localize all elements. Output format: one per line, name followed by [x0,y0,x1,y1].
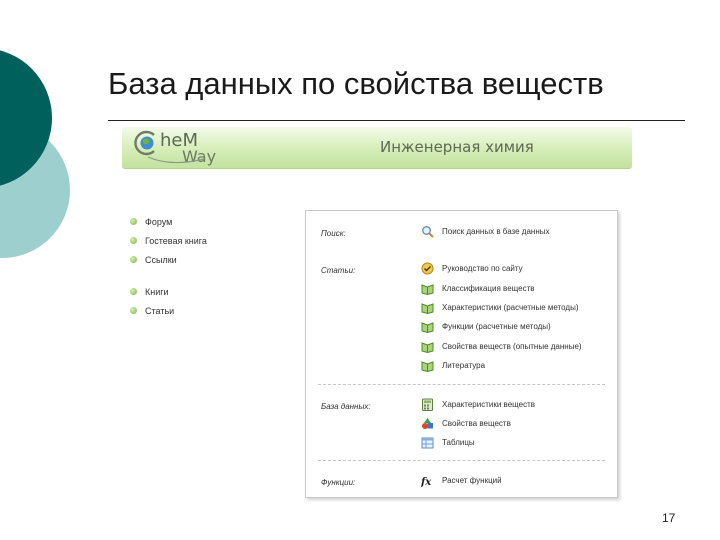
nav-item-label: Книги [145,286,169,297]
nav-item-label: Статьи [145,305,175,316]
book-icon [421,322,434,333]
shapes-icon [422,418,433,429]
section-label-search: Поиск: [321,229,346,238]
book-icon [421,342,434,353]
section-divider [318,460,605,461]
search-icon [422,226,434,238]
calculator-icon [422,398,433,411]
decorative-circles [0,50,70,258]
section-label-articles: Статьи: [321,266,356,275]
nav-item-books[interactable]: Книги [130,282,280,301]
site-header-banner: heM Way Инженерная химия [122,127,632,169]
link-label: Функции (расчетные методы) [442,322,551,331]
link-label: Характеристики (расчетные методы) [442,303,579,312]
chemway-logo[interactable]: heM Way [132,127,232,167]
slide-title: База данных по свойства веществ [108,66,604,101]
bullet-icon [130,288,137,295]
link-properties-experimental[interactable]: Свойства веществ (опытные данные) [421,340,582,353]
link-substance-characteristics[interactable]: Характеристики веществ [421,398,535,411]
link-label: Свойства веществ (опытные данные) [442,342,582,351]
section-label-functions: Функции: [321,478,356,487]
link-literature[interactable]: Литература [421,359,485,372]
globe-logo-icon [134,130,155,156]
link-tables[interactable]: Таблицы [421,436,475,449]
table-icon [421,437,434,449]
svg-text:fx: fx [421,477,432,487]
book-icon [421,303,434,314]
link-site-guide[interactable]: Руководство по сайту [421,262,523,275]
link-characteristics-methods[interactable]: Характеристики (расчетные методы) [421,301,578,314]
link-label: Поиск данных в базе данных [442,227,550,236]
guide-icon [421,262,434,275]
nav-item-label: Гостевая книга [145,235,207,246]
nav-item-forum[interactable]: Форум [130,212,280,231]
function-icon: fx [421,477,432,487]
link-label: Свойства веществ [442,419,511,428]
link-label: Классификация веществ [442,284,535,293]
nav-item-label: Форум [145,216,173,227]
section-divider [318,384,605,385]
book-icon [421,284,434,295]
link-label: Характеристики веществ [442,400,536,409]
link-label: Расчет функций [442,476,502,485]
link-label: Литература [442,361,486,370]
nav-item-label: Ссылки [145,254,177,265]
book-icon [421,361,434,372]
bullet-icon [130,237,137,244]
nav-item-guestbook[interactable]: Гостевая книга [130,231,280,250]
content-panel: Поиск: Поиск данных в базе данных Статьи… [305,210,618,498]
logo-swoosh [147,156,205,164]
nav-item-links[interactable]: Ссылки [130,250,280,269]
bullet-icon [130,256,137,263]
link-search-database[interactable]: Поиск данных в базе данных [421,225,550,238]
title-underline [108,120,685,121]
link-functions-methods[interactable]: Функции (расчетные методы) [421,320,551,333]
nav-item-articles[interactable]: Статьи [130,301,280,320]
site-title: Инженерная химия [380,138,534,156]
link-function-calculation[interactable]: fx Расчет функций [421,474,502,487]
bullet-icon [130,307,137,314]
link-label: Руководство по сайту [442,264,523,273]
link-label: Таблицы [442,438,475,447]
left-nav: Форум Гостевая книга Ссылки Книги Статьи [130,212,280,320]
section-label-database: База данных: [321,402,371,411]
bullet-icon [130,218,137,225]
page-number: 17 [662,511,676,525]
link-substance-properties[interactable]: Свойства веществ [421,417,511,430]
link-classification[interactable]: Классификация веществ [421,282,535,295]
